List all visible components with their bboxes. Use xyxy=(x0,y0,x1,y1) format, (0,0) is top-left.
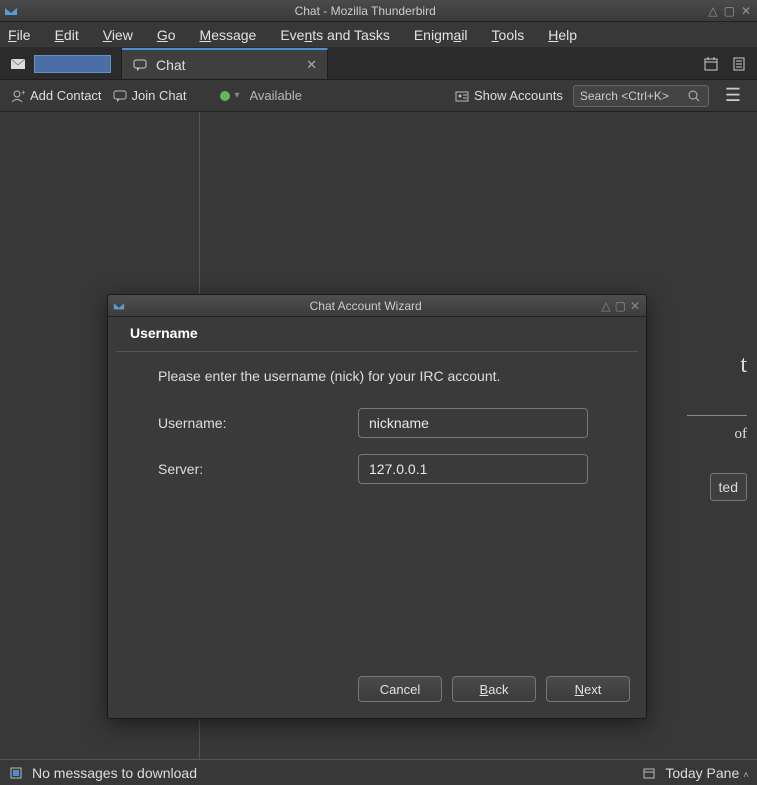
search-input[interactable]: Search <Ctrl+K> xyxy=(573,85,709,107)
username-label: Username: xyxy=(158,415,358,431)
menu-edit[interactable]: Edit xyxy=(55,27,79,43)
chat-toolbar: + Add Contact Join Chat ▾ Available Show… xyxy=(0,80,757,112)
statusbar: No messages to download Today Pane ˄ xyxy=(0,759,757,785)
today-pane-toggle[interactable]: Today Pane ˄ xyxy=(665,765,749,781)
next-button[interactable]: Next xyxy=(546,676,630,702)
dialog-titlebar: Chat Account Wizard △ ▢ ✕ xyxy=(108,295,646,317)
today-pane-icon xyxy=(641,765,657,781)
tab-chat-label: Chat xyxy=(156,57,298,73)
server-input[interactable] xyxy=(358,454,588,484)
status-message: No messages to download xyxy=(32,765,197,781)
join-chat-label: Join Chat xyxy=(132,88,187,103)
mail-icon xyxy=(10,56,26,72)
status-available-icon xyxy=(220,91,230,101)
thunderbird-icon xyxy=(108,300,130,312)
tasks-icon[interactable] xyxy=(731,56,747,72)
background-partial-text: t of ted xyxy=(687,352,747,501)
chat-icon xyxy=(132,57,148,73)
username-input[interactable] xyxy=(358,408,588,438)
add-contact-icon: + xyxy=(10,88,26,104)
add-contact-label: Add Contact xyxy=(30,88,102,103)
search-placeholder: Search <Ctrl+K> xyxy=(580,89,686,103)
window-close-icon[interactable]: ✕ xyxy=(741,4,751,18)
calendar-icon[interactable] xyxy=(703,56,719,72)
thunderbird-icon xyxy=(0,4,22,18)
accounts-icon xyxy=(454,88,470,104)
menu-help[interactable]: Help xyxy=(548,27,577,43)
tab-mail[interactable] xyxy=(0,48,122,79)
menu-go[interactable]: Go xyxy=(157,27,176,43)
window-minimize-icon[interactable]: △ xyxy=(708,4,717,18)
add-contact-button[interactable]: + Add Contact xyxy=(10,88,102,104)
dialog-minimize-icon[interactable]: △ xyxy=(601,299,610,313)
today-pane-label: Today Pane xyxy=(665,765,739,781)
menu-view[interactable]: View xyxy=(103,27,133,43)
join-chat-button[interactable]: Join Chat xyxy=(112,88,187,104)
window-title: Chat - Mozilla Thunderbird xyxy=(22,4,708,18)
window-titlebar: Chat - Mozilla Thunderbird △ ▢ ✕ xyxy=(0,0,757,22)
chevron-up-icon: ˄ xyxy=(743,770,749,781)
dialog-close-icon[interactable]: ✕ xyxy=(630,299,640,313)
chevron-down-icon: ▾ xyxy=(234,90,239,101)
menu-enigmail[interactable]: Enigmail xyxy=(414,27,468,43)
tabstrip: Chat ✕ xyxy=(0,48,757,80)
back-button[interactable]: Back xyxy=(452,676,536,702)
search-icon xyxy=(686,88,702,104)
window-maximize-icon[interactable]: ▢ xyxy=(724,4,735,18)
chat-account-wizard-dialog: Chat Account Wizard △ ▢ ✕ Username Pleas… xyxy=(107,294,647,719)
tab-chat[interactable]: Chat ✕ xyxy=(122,48,328,79)
mail-tab-selection xyxy=(34,55,111,73)
show-accounts-button[interactable]: Show Accounts xyxy=(454,88,563,104)
cancel-button[interactable]: Cancel xyxy=(358,676,442,702)
dialog-instruction: Please enter the username (nick) for you… xyxy=(158,368,624,384)
join-chat-icon xyxy=(112,88,128,104)
show-accounts-label: Show Accounts xyxy=(474,88,563,103)
status-label[interactable]: Available xyxy=(250,88,303,103)
menu-tools[interactable]: Tools xyxy=(492,27,525,43)
menubar: File Edit View Go Message Events and Tas… xyxy=(0,22,757,48)
dialog-maximize-icon[interactable]: ▢ xyxy=(615,299,626,313)
svg-text:+: + xyxy=(21,89,25,97)
server-label: Server: xyxy=(158,461,358,477)
download-status-icon xyxy=(8,765,24,781)
menu-file[interactable]: File xyxy=(8,27,31,43)
app-menu-button[interactable]: ☰ xyxy=(719,85,747,106)
background-button-peek: ted xyxy=(710,473,747,501)
tab-close-icon[interactable]: ✕ xyxy=(306,57,317,73)
menu-message[interactable]: Message xyxy=(200,27,257,43)
status-selector[interactable]: ▾ xyxy=(220,90,239,101)
dialog-title: Chat Account Wizard xyxy=(130,299,601,313)
dialog-heading: Username xyxy=(108,317,646,349)
menu-events[interactable]: Events and Tasks xyxy=(280,27,389,43)
